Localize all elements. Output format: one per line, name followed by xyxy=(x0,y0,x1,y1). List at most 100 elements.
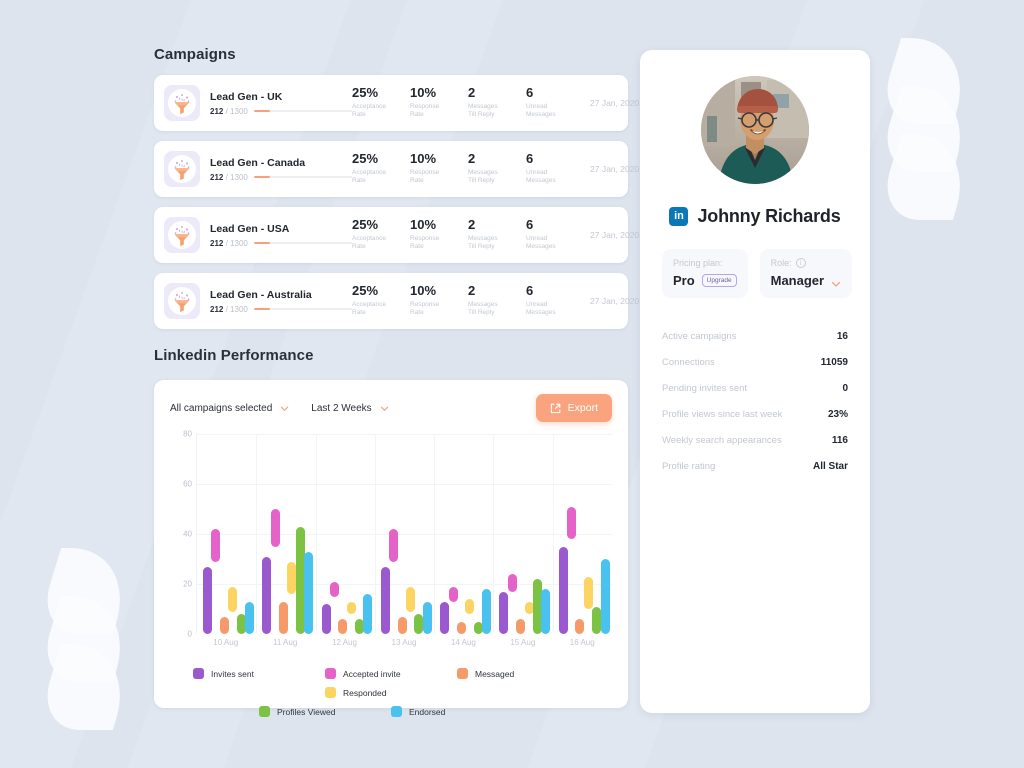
bar-slot xyxy=(228,434,238,634)
metric-messages-till-reply: 2 Messages Till Reply xyxy=(468,150,526,186)
role-value: Manager xyxy=(770,273,825,288)
bar[interactable] xyxy=(482,589,492,634)
y-axis-tick: 0 xyxy=(187,629,192,639)
legend-swatch xyxy=(259,706,270,717)
y-axis-tick: 80 xyxy=(183,429,192,439)
bar-chart: 0 20 40 60 80 10 Aug 11 Aug 12 Aug 13 Aug 14 Aug… xyxy=(170,430,612,652)
response-rate-value: 10% xyxy=(410,216,437,232)
legend-swatch xyxy=(325,668,336,679)
bar-slot xyxy=(473,434,483,634)
performance-title: Linkedin Performance xyxy=(154,347,314,364)
legend-item[interactable]: Messaged xyxy=(457,668,589,679)
campaign-date: 27 Jan, 2020 xyxy=(590,230,640,240)
campaign-progress-bar xyxy=(253,307,352,311)
profile-chips: Pricing plan: Pro Upgrade Role: i Manage… xyxy=(662,249,853,298)
bar[interactable] xyxy=(363,594,373,634)
legend-item[interactable]: Invites sent xyxy=(193,668,325,679)
stat-value: 16 xyxy=(836,331,848,342)
messages-till-reply-label: Messages Till Reply xyxy=(468,234,498,251)
legend-swatch xyxy=(325,687,336,698)
metric-response-rate: 10% Response Rate xyxy=(410,150,468,186)
export-button[interactable]: Export xyxy=(535,394,612,422)
bar-slot xyxy=(465,434,475,634)
campaign-progress-count: 212 / 1300 xyxy=(210,106,248,116)
legend-label: Invites sent xyxy=(211,668,254,679)
bar-slot xyxy=(304,434,314,634)
profile-card: in Johnny Richards Pricing plan: Pro Upg… xyxy=(640,50,870,713)
bar-slot xyxy=(262,434,272,634)
stat-row: Weekly search appearances 116 xyxy=(662,428,848,454)
response-rate-value: 10% xyxy=(410,150,437,166)
info-icon[interactable]: i xyxy=(795,258,806,268)
bar-slot xyxy=(592,434,602,634)
bar-slot xyxy=(558,434,568,634)
stat-value: All Star xyxy=(812,461,848,472)
acceptance-rate-label: Acceptance Rate xyxy=(352,234,386,251)
bar[interactable] xyxy=(422,601,432,634)
bar-slot xyxy=(422,434,432,634)
profile-stats-list: Active campaigns 16 Connections 11059 Pend… xyxy=(662,324,848,480)
metric-acceptance-rate: 25% Acceptance Rate xyxy=(352,282,410,318)
bar-slot xyxy=(203,434,213,634)
campaign-progress-count: 212 / 1300 xyxy=(210,304,248,314)
metric-messages-till-reply: 2 Messages Till Reply xyxy=(468,283,526,318)
bar[interactable] xyxy=(244,601,254,634)
metric-unread-messages: 6 Unread Messages xyxy=(526,217,584,252)
bar-slot xyxy=(338,434,348,634)
date-range-select[interactable]: Last 2 Weeks xyxy=(311,403,388,414)
campaign-row[interactable]: Lead Gen - Canada 212 / 1300 25% Accepta… xyxy=(154,141,639,197)
upgrade-button[interactable]: Upgrade xyxy=(701,274,737,287)
bar-slot xyxy=(397,434,407,634)
acceptance-rate-value: 25% xyxy=(352,282,379,298)
campaign-list: Lead Gen - UK 212 / 1300 25% Acceptance R… xyxy=(154,75,639,329)
campaign-name: Lead Gen - Australia xyxy=(210,288,312,301)
legend-label: Endorsed xyxy=(409,706,446,717)
bar-slot xyxy=(532,434,542,634)
campaign-row[interactable]: Lead Gen - Australia 212 / 1300 25% Acce… xyxy=(154,273,639,329)
avatar xyxy=(701,76,809,184)
bar[interactable] xyxy=(600,559,610,634)
legend-item[interactable]: Profiles Viewed xyxy=(259,706,391,717)
dashboard-page: Campaigns Lead Gen - UK 212 / 1300 25% A… xyxy=(0,0,1024,768)
x-axis-tick: 15 Aug xyxy=(510,638,536,647)
legend-item[interactable]: Accepted invite xyxy=(325,668,457,679)
campaign-row[interactable]: Lead Gen - UK 212 / 1300 25% Acceptance R… xyxy=(154,75,639,131)
bar-slot xyxy=(414,434,424,634)
x-axis: 10 Aug 11 Aug 12 Aug 13 Aug 14 Aug 15 Aug 16 A… xyxy=(196,638,612,647)
bar-slot xyxy=(380,434,390,634)
response-rate-value: 10% xyxy=(410,282,437,298)
legend-item[interactable]: Responded xyxy=(325,687,457,698)
campaign-info: Lead Gen - UK 212 / 1300 xyxy=(200,91,352,116)
role-chip[interactable]: Role: i Manager xyxy=(759,249,853,298)
stat-label: Pending invites sent xyxy=(662,383,748,394)
stat-label: Profile rating xyxy=(662,461,716,472)
leaf-decoration-bottom-left xyxy=(34,548,160,730)
y-axis-tick: 60 xyxy=(183,479,192,489)
x-axis-tick: 13 Aug xyxy=(391,638,417,647)
metric-response-rate: 10% Response Rate xyxy=(410,282,468,318)
acceptance-rate-label: Acceptance Rate xyxy=(352,168,386,185)
bar-slot xyxy=(583,434,593,634)
bar[interactable] xyxy=(304,551,314,634)
legend-item[interactable]: Endorsed xyxy=(391,706,523,717)
plot-area xyxy=(196,434,612,634)
chevron-down-icon[interactable] xyxy=(831,276,841,287)
campaign-date: 27 Jan, 2020 xyxy=(590,164,640,174)
stat-value: 23% xyxy=(827,409,848,420)
campaign-info: Lead Gen - Australia 212 / 1300 xyxy=(200,289,352,314)
metric-unread-messages: 6 Unread Messages xyxy=(526,283,584,318)
bar-slot xyxy=(346,434,356,634)
stat-value: 116 xyxy=(831,435,848,446)
bar-slot xyxy=(456,434,466,634)
messages-till-reply-value: 2 xyxy=(468,150,476,166)
bar[interactable] xyxy=(541,589,551,634)
campaign-progress-bar xyxy=(253,109,352,113)
campaign-progress-count: 212 / 1300 xyxy=(210,238,248,248)
x-axis-tick: 11 Aug xyxy=(272,638,298,647)
metric-acceptance-rate: 25% Acceptance Rate xyxy=(352,151,410,186)
bar-group xyxy=(553,434,612,634)
x-axis-tick: 14 Aug xyxy=(450,638,476,647)
bar-slot xyxy=(321,434,331,634)
campaign-row[interactable]: Lead Gen - USA 212 / 1300 25% Acceptance… xyxy=(154,207,639,263)
campaign-filter-select[interactable]: All campaigns selected xyxy=(170,403,289,414)
